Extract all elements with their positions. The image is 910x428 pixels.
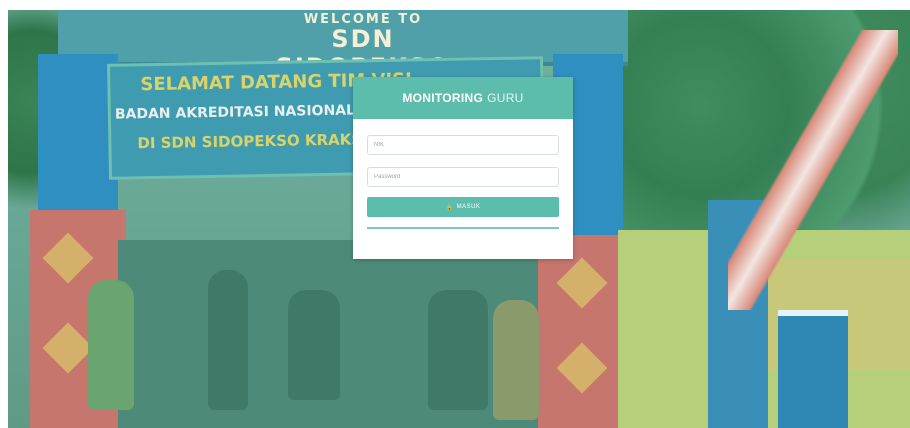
person-figure xyxy=(88,280,134,410)
lock-icon: 🔒 xyxy=(445,204,454,211)
flag-banner xyxy=(728,30,898,310)
password-input[interactable] xyxy=(367,167,559,187)
login-button-label: MASUK xyxy=(456,204,481,210)
banner-line-3: DI SDN SIDOPEKSO KRAKSA xyxy=(137,130,374,153)
person-figure xyxy=(288,290,340,400)
login-panel: MONITORING GURU 🔒 MASUK xyxy=(353,77,573,259)
trash-bin xyxy=(778,310,848,428)
login-title-light: GURU xyxy=(487,91,524,105)
login-body: 🔒 MASUK xyxy=(353,119,573,229)
person-figure xyxy=(493,300,539,420)
login-divider xyxy=(367,227,559,229)
page: WELCOME TO SDN SIDOPEKSO SELAMAT DATANG … xyxy=(0,0,910,428)
login-header: MONITORING GURU xyxy=(353,77,573,119)
person-figure xyxy=(428,290,488,410)
login-title-strong: MONITORING xyxy=(402,91,484,105)
login-button[interactable]: 🔒 MASUK xyxy=(367,197,559,217)
person-figure xyxy=(208,270,248,410)
username-input[interactable] xyxy=(367,135,559,155)
